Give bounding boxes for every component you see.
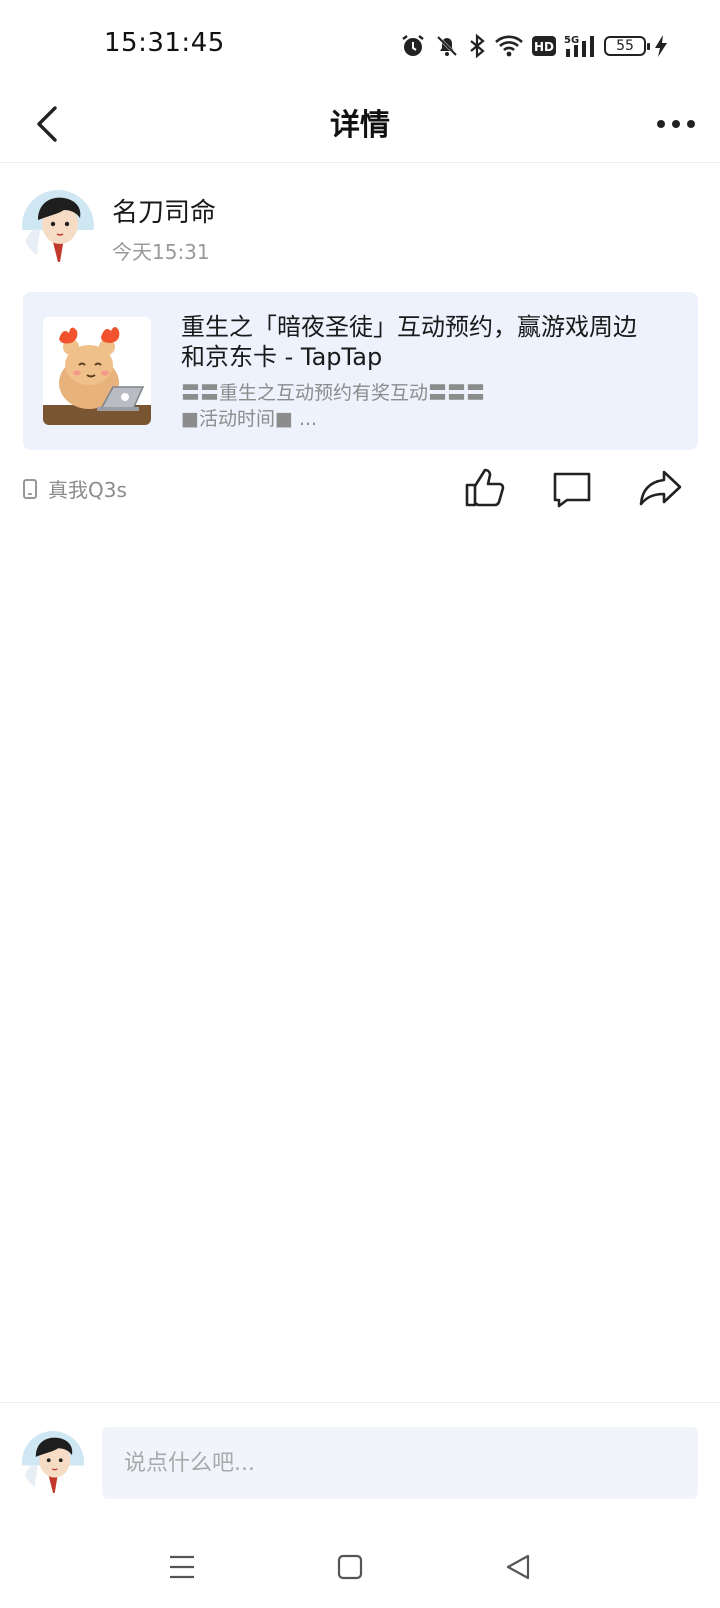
- post-time: 今天15:31: [112, 240, 210, 264]
- hd-icon: HD: [532, 36, 556, 56]
- back-triangle-icon: [506, 1554, 530, 1580]
- comment-button[interactable]: [546, 464, 598, 512]
- charging-icon: [654, 34, 668, 58]
- card-description: 〓〓重生之互动预约有奖互动〓〓〓 ■活动时间■ ...: [181, 380, 651, 432]
- card-thumbnail: [43, 317, 151, 425]
- home-square-icon: [337, 1554, 363, 1580]
- header: 详情: [0, 90, 720, 163]
- menu-icon: [170, 1555, 194, 1579]
- nav-menu-button[interactable]: [152, 1542, 212, 1592]
- author-name[interactable]: 名刀司命: [112, 192, 216, 229]
- thumbs-up-icon: [465, 468, 505, 507]
- comment-bar: [0, 1402, 720, 1517]
- card-desc-line: ■活动时间■ ...: [181, 408, 318, 430]
- svg-text:5G: 5G: [564, 35, 579, 46]
- more-dots-icon: [657, 120, 695, 128]
- signal-5g-icon: 5G: [564, 33, 596, 59]
- page-title: 详情: [330, 108, 390, 143]
- comment-input[interactable]: [102, 1427, 698, 1499]
- share-icon: [639, 470, 682, 506]
- comment-icon: [553, 472, 591, 508]
- device-name: 真我Q3s: [48, 478, 127, 502]
- battery-icon: 55: [604, 36, 650, 56]
- status-bar: 15:31:45 HD 5G 55: [0, 0, 720, 90]
- card-desc-line: 〓〓重生之互动预约有奖互动〓〓〓: [181, 382, 486, 404]
- share-button[interactable]: [634, 464, 686, 512]
- nav-home-button[interactable]: [320, 1542, 380, 1592]
- card-title: 重生之「暗夜圣徒」互动预约，赢游戏周边和京东卡 - TapTap: [181, 313, 637, 371]
- status-icons: HD 5G 55: [400, 30, 668, 62]
- avatar[interactable]: [22, 190, 94, 262]
- post-meta: 真我Q3s: [22, 464, 702, 512]
- phone-icon: [23, 478, 37, 499]
- author-info: 名刀司命 今天15:31: [22, 190, 702, 264]
- link-card[interactable]: 重生之「暗夜圣徒」互动预约，赢游戏周边和京东卡 - TapTap 〓〓重生之互动…: [23, 292, 698, 450]
- device-info: 真我Q3s: [22, 474, 127, 503]
- nav-back-button[interactable]: [488, 1542, 548, 1592]
- alarm-icon: [400, 33, 426, 59]
- like-button[interactable]: [458, 464, 510, 512]
- system-nav-bar: [0, 1530, 720, 1608]
- svg-text:HD: HD: [534, 40, 554, 54]
- wifi-icon: [494, 34, 524, 58]
- mute-bell-icon: [434, 33, 460, 59]
- status-time: 15:31:45: [104, 28, 225, 58]
- user-avatar[interactable]: [22, 1431, 84, 1493]
- bluetooth-icon: [468, 33, 486, 59]
- more-button[interactable]: [644, 94, 708, 154]
